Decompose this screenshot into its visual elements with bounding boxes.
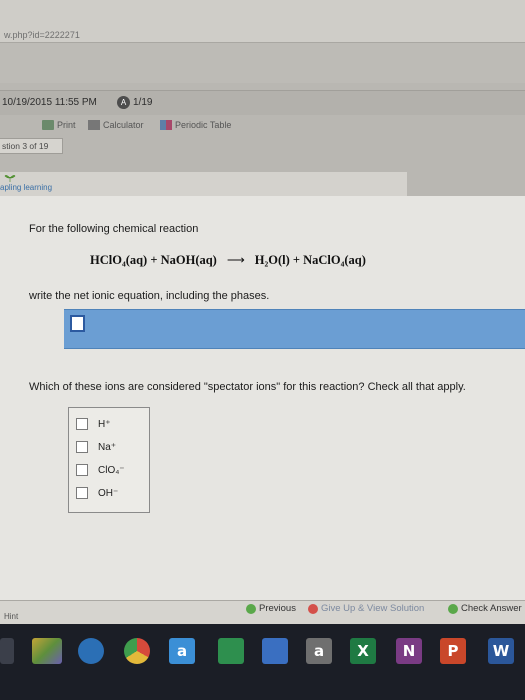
chrome-icon[interactable] [124,638,150,664]
give-up-label: Give Up & View Solution [321,603,425,614]
chemical-equation: HClO₄(aq) + NaOH(aq) ⟶ H₂O(l) + NaClO₄(aq) [90,252,366,268]
attempt-badge-icon: A [117,96,130,109]
print-button[interactable]: Print [42,120,76,130]
brand-bar: apling learning [0,172,407,196]
option-clo4-minus[interactable]: ClO₄⁻ [76,464,125,476]
powerpoint-icon[interactable]: P [440,638,466,664]
checkbox-na-plus[interactable] [76,441,88,453]
periodic-table-button[interactable]: Periodic Table [160,120,231,130]
question-progress: 1/19 [133,97,153,108]
brand-logo-text: apling learning [0,183,53,192]
checkbox-h-plus[interactable] [76,418,88,430]
option-label: ClO₄⁻ [98,464,125,476]
previous-button[interactable]: Previous [246,603,296,614]
browser-blank-area [0,43,525,83]
give-up-icon [308,603,318,614]
assignment-header: 10/19/2015 11:55 PM A 1/19 [0,90,525,115]
calculator-label: Calculator [103,120,144,130]
checkbox-oh-minus[interactable] [76,487,88,499]
check-answer-button[interactable]: Check Answer [448,603,522,614]
option-h-plus[interactable]: H⁺ [76,418,111,430]
question-intro: For the following chemical reaction [29,223,199,235]
previous-arrow-icon [246,603,256,614]
checkbox-clo4-minus[interactable] [76,464,88,476]
store-icon[interactable] [218,638,244,664]
start-icon[interactable] [0,638,14,664]
app-tile-icon[interactable] [262,638,288,664]
browser-address-bar[interactable]: w.php?id=2222271 [0,0,525,43]
excel-icon[interactable]: X [350,638,376,664]
check-answer-icon [448,603,458,614]
reaction-arrow-icon: ⟶ [226,253,245,267]
tools-toolbar: Print Calculator Periodic Table [0,117,525,135]
periodic-table-label: Periodic Table [175,120,232,130]
equation-products: H₂O(l) + NaClO₄(aq) [254,253,366,267]
photos-app-icon[interactable] [32,638,62,664]
option-na-plus[interactable]: Na⁺ [76,441,116,453]
option-label: OH⁻ [98,487,119,499]
equation-reactants: HClO₄(aq) + NaOH(aq) [90,253,217,267]
previous-label: Previous [259,603,296,614]
hp-icon[interactable] [78,638,104,664]
calculator-button[interactable]: Calculator [88,120,144,130]
hint-button[interactable]: Hint [4,612,18,621]
amazon-a-icon[interactable]: a [169,638,195,664]
question-panel: For the following chemical reaction HClO… [0,196,525,600]
print-label: Print [57,120,76,130]
onenote-icon[interactable]: N [396,638,422,664]
question-prompt: write the net ionic equation, including … [29,290,270,302]
print-icon [42,120,54,130]
sprout-logo-icon [4,175,16,182]
word-icon[interactable]: W [488,638,514,664]
amazon-tile-icon[interactable]: a [306,638,332,664]
answer-area[interactable] [64,309,525,349]
periodic-table-icon [160,120,172,130]
question-footer: Hint Previous Give Up & View Solution Ch… [0,600,525,625]
give-up-button[interactable]: Give Up & View Solution [308,603,424,614]
question-tab[interactable]: stion 3 of 19 [0,138,63,154]
url-text: w.php?id=2222271 [4,30,80,40]
equation-answer-input[interactable] [70,315,85,332]
option-label: H⁺ [98,418,111,430]
spectator-question: Which of these ions are considered "spec… [29,381,466,393]
option-oh-minus[interactable]: OH⁻ [76,487,118,499]
spectator-options: H⁺ Na⁺ ClO₄⁻ OH⁻ [68,407,150,513]
calculator-icon [88,120,100,130]
taskbar: a a X N P W [0,624,525,700]
datetime-label: 10/19/2015 11:55 PM [2,97,97,108]
check-answer-label: Check Answer [461,603,522,614]
option-label: Na⁺ [98,441,117,453]
